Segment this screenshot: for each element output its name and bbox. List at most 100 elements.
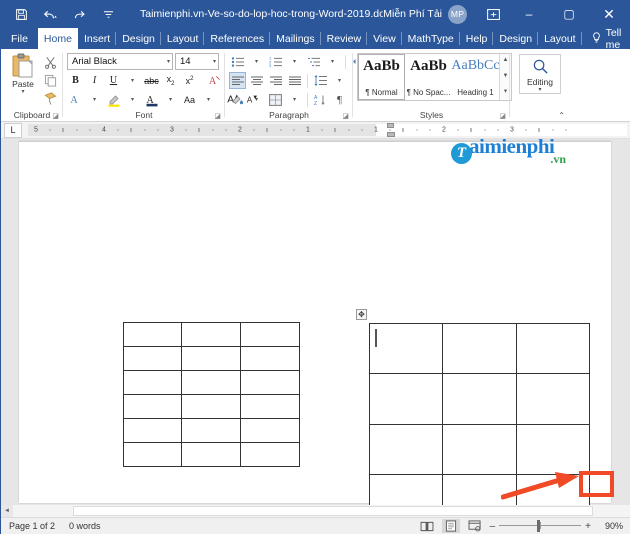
chevron-down-icon[interactable]: ▾ [331,72,348,89]
first-line-indent-marker[interactable] [387,123,394,128]
change-case-icon[interactable]: Aa [181,91,198,108]
tell-me-box[interactable]: Tell me [582,27,630,51]
paste-button[interactable]: Paste ▾ [5,52,41,95]
table-cell[interactable] [239,369,300,395]
hanging-indent-marker[interactable] [387,132,395,137]
scroll-left-icon[interactable]: ◄ [1,505,13,517]
table-cell[interactable] [122,441,183,467]
chevron-down-icon[interactable]: ▾ [162,91,179,108]
table-cell[interactable] [515,322,591,374]
chevron-down-icon[interactable]: ▾ [165,58,170,65]
borders-icon[interactable] [267,91,284,108]
underline-icon[interactable]: U [105,72,122,89]
style-normal[interactable]: AaBb ¶ Normal [358,54,405,100]
horizontal-ruler[interactable]: L 5 4 3 2 1 1 2 3 [1,122,630,139]
web-layout-icon[interactable] [466,519,484,533]
superscript-icon[interactable]: x2 [181,72,198,89]
table-cell[interactable] [181,345,241,371]
font-color-icon[interactable]: A [143,91,160,108]
table-cell[interactable] [181,369,241,395]
tab-table-layout[interactable]: Layout [538,28,582,49]
numbering-icon[interactable]: 123 [267,53,284,70]
redo-icon[interactable] [69,4,89,24]
styles-dialog-launcher[interactable]: ◪ [499,112,506,120]
undo-icon[interactable] [40,4,60,24]
zoom-control[interactable]: – + [490,520,591,532]
word-count[interactable]: 0 words [69,521,101,531]
tab-references[interactable]: References [204,28,271,49]
font-name-combo[interactable]: Arial Black ▾ [67,53,173,70]
tab-design[interactable]: Design [116,28,161,49]
table-cell[interactable] [122,417,183,443]
zoom-slider-thumb[interactable] [536,520,540,532]
tab-insert[interactable]: Insert [78,28,117,49]
horizontal-scroll-thumb[interactable] [73,506,593,516]
horizontal-scrollbar[interactable]: ◄ [1,505,630,517]
align-right-icon[interactable] [267,72,284,89]
clipboard-dialog-launcher[interactable]: ◪ [52,112,59,120]
text-highlight-icon[interactable] [105,91,122,108]
text-effects-icon[interactable]: A [206,72,223,89]
tab-table-design[interactable]: Design [493,28,539,49]
table-cell[interactable] [239,417,300,443]
table-cell[interactable] [239,441,300,467]
chevron-down-icon[interactable]: ▾ [200,91,217,108]
format-painter-icon[interactable] [41,90,59,106]
table-cell[interactable] [442,322,517,374]
table-cell[interactable] [239,393,300,419]
minimize-button[interactable]: – [509,0,549,28]
justify-icon[interactable] [286,72,303,89]
table-cell[interactable] [368,322,444,374]
table-cell[interactable] [442,423,517,475]
multilevel-list-icon[interactable] [305,53,322,70]
read-mode-icon[interactable] [418,519,436,533]
font-size-combo[interactable]: 14 ▾ [175,53,219,70]
page-info[interactable]: Page 1 of 2 [9,521,55,531]
tab-home[interactable]: Home [37,28,78,49]
tab-stop-selector[interactable]: L [4,122,22,138]
chevron-down-icon[interactable]: ▾ [538,87,541,93]
chevron-down-icon[interactable]: ▾ [124,91,141,108]
table-cell[interactable] [181,417,241,443]
font-dialog-launcher[interactable]: ◪ [214,112,221,120]
tab-mailings[interactable]: Mailings [270,28,321,49]
table-cell[interactable] [368,423,444,475]
chevron-down-icon[interactable]: ▾ [21,89,24,95]
bullets-icon[interactable] [229,53,246,70]
align-left-icon[interactable] [229,72,246,89]
italic-icon[interactable]: I [86,72,103,89]
paragraph-dialog-launcher[interactable]: ◪ [342,112,349,120]
table-cell[interactable] [515,423,591,475]
shading-icon[interactable] [229,91,246,108]
ribbon-display-options-icon[interactable] [477,1,509,27]
chevron-down-icon[interactable]: ▾ [124,72,141,89]
chevron-down-icon[interactable]: ▾ [248,91,265,108]
table-cell[interactable] [368,373,444,425]
table-cell[interactable] [181,321,241,347]
chevron-down-icon[interactable]: ▾ [211,58,216,65]
table-cell[interactable] [122,369,183,395]
print-layout-icon[interactable] [441,519,460,533]
sort-icon[interactable]: AZ [312,91,329,108]
tab-help[interactable]: Help [460,28,494,49]
chevron-down-icon[interactable]: ▾ [286,53,303,70]
close-button[interactable]: ✕ [589,0,629,28]
table-cell[interactable] [515,373,591,425]
style-no-spacing[interactable]: AaBb ¶ No Spac... [405,54,452,100]
tab-view[interactable]: View [367,28,402,49]
customize-qat-icon[interactable] [98,4,118,24]
editing-button[interactable]: Editing ▾ [519,54,561,94]
table-left[interactable] [122,321,300,467]
style-heading-1[interactable]: AaBbCc Heading 1 [451,54,499,100]
chevron-down-icon[interactable]: ▾ [86,91,103,108]
horizontal-scroll-track[interactable] [13,505,630,517]
line-spacing-icon[interactable] [312,72,329,89]
table-cell[interactable] [122,345,183,371]
account-area[interactable]: Miễn Phí Tải MP [383,4,467,24]
table-cell[interactable] [368,474,444,505]
chevron-down-icon[interactable]: ▾ [324,53,341,70]
zoom-level[interactable]: 90% [597,521,623,531]
collapse-ribbon-icon[interactable]: ⌃ [558,111,565,120]
tab-review[interactable]: Review [321,28,368,49]
subscript-icon[interactable]: x2 [162,72,179,89]
